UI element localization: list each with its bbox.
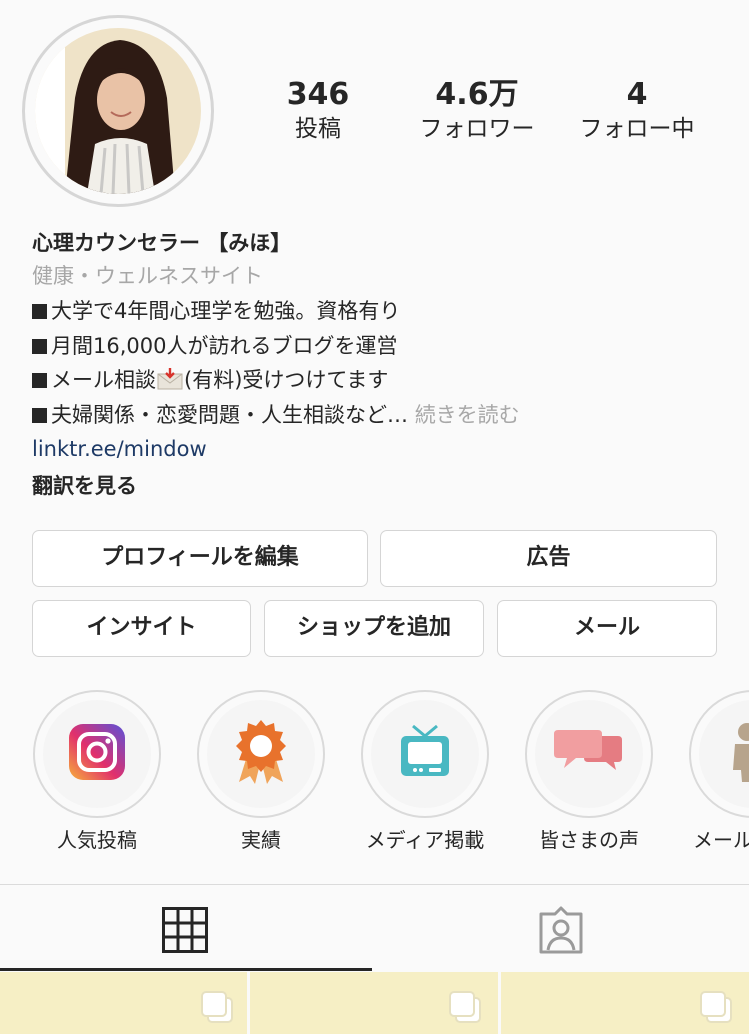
grid-post[interactable] [250, 972, 498, 1034]
following-count: 4 [626, 77, 648, 112]
instagram-icon [69, 724, 125, 784]
followers-count: 4.6万 [435, 77, 519, 112]
highlight-label: メディア掲載 [365, 828, 485, 852]
profile-category: 健康・ウェルネスサイト [32, 264, 263, 288]
profile-avatar[interactable] [22, 15, 214, 207]
ads-button[interactable]: 広告 [380, 530, 717, 587]
multi-photo-icon [448, 990, 482, 1028]
add-shop-button[interactable]: ショップを追加 [264, 600, 484, 657]
square-bullet-icon [32, 338, 47, 354]
profile-name: 心理カウンセラー 【みほ】 [32, 231, 292, 255]
person-icon [727, 722, 749, 786]
profile-link[interactable]: linktr.ee/mindow [32, 432, 732, 466]
speech-bubbles-icon [554, 728, 624, 780]
active-tab-indicator [0, 968, 372, 971]
highlight-label: メール [693, 828, 749, 852]
bio-line: 大学で4年間心理学を勉強。資格有り [32, 294, 732, 329]
square-bullet-icon [32, 304, 47, 319]
highlight-label: 人気投稿 [57, 828, 137, 852]
insights-button[interactable]: インサイト [32, 600, 251, 657]
profile-tab-bar [0, 884, 749, 972]
multi-photo-icon [699, 990, 733, 1028]
multi-photo-icon [200, 990, 234, 1028]
followers-stat[interactable]: 4.6万 フォロワー [397, 76, 557, 144]
following-label: フォロー中 [579, 116, 695, 142]
grid-post[interactable] [501, 972, 749, 1034]
avatar [35, 28, 201, 194]
posts-count: 346 [286, 77, 350, 112]
tab-grid[interactable] [162, 907, 208, 957]
highlight-email[interactable]: メール [689, 690, 749, 852]
email-button[interactable]: メール [497, 600, 717, 657]
posts-stat[interactable]: 346 投稿 [238, 76, 398, 144]
highlight-achievements[interactable]: 実績 [197, 690, 325, 852]
followers-label: フォロワー [419, 116, 535, 142]
tagged-person-icon [537, 906, 585, 958]
highlight-label: 皆さまの声 [539, 828, 639, 852]
bio-line: メール相談 (有料)受けつけてます [32, 363, 732, 398]
square-bullet-icon [32, 373, 47, 388]
highlight-popular-posts[interactable]: 人気投稿 [33, 690, 161, 852]
highlight-media[interactable]: メディア掲載 [361, 690, 489, 852]
following-stat[interactable]: 4 フォロー中 [557, 76, 717, 144]
tab-tagged[interactable] [537, 906, 585, 958]
bio-line: 夫婦関係・恋愛問題・人生相談など… 続きを読む [32, 398, 732, 433]
square-bullet-icon [32, 407, 47, 423]
highlight-label: 実績 [241, 828, 281, 852]
grid-icon [162, 907, 208, 957]
tv-icon [399, 724, 451, 784]
award-ribbon-icon [233, 720, 289, 788]
incoming-envelope-icon [156, 366, 184, 390]
edit-profile-button[interactable]: プロフィールを編集 [32, 530, 368, 587]
read-more-link[interactable]: 続きを読む [415, 403, 520, 427]
see-translation-link[interactable]: 翻訳を見る [32, 466, 732, 506]
bio-line: 月間16,000人が訪れるブログを運営 [32, 329, 732, 364]
grid-post[interactable] [0, 972, 247, 1034]
bio-section: 心理カウンセラー 【みほ】 健康・ウェルネスサイト 大学で4年間心理学を勉強。資… [32, 228, 732, 506]
posts-grid [0, 972, 749, 1034]
highlight-testimonials[interactable]: 皆さまの声 [525, 690, 653, 852]
posts-label: 投稿 [295, 116, 341, 142]
